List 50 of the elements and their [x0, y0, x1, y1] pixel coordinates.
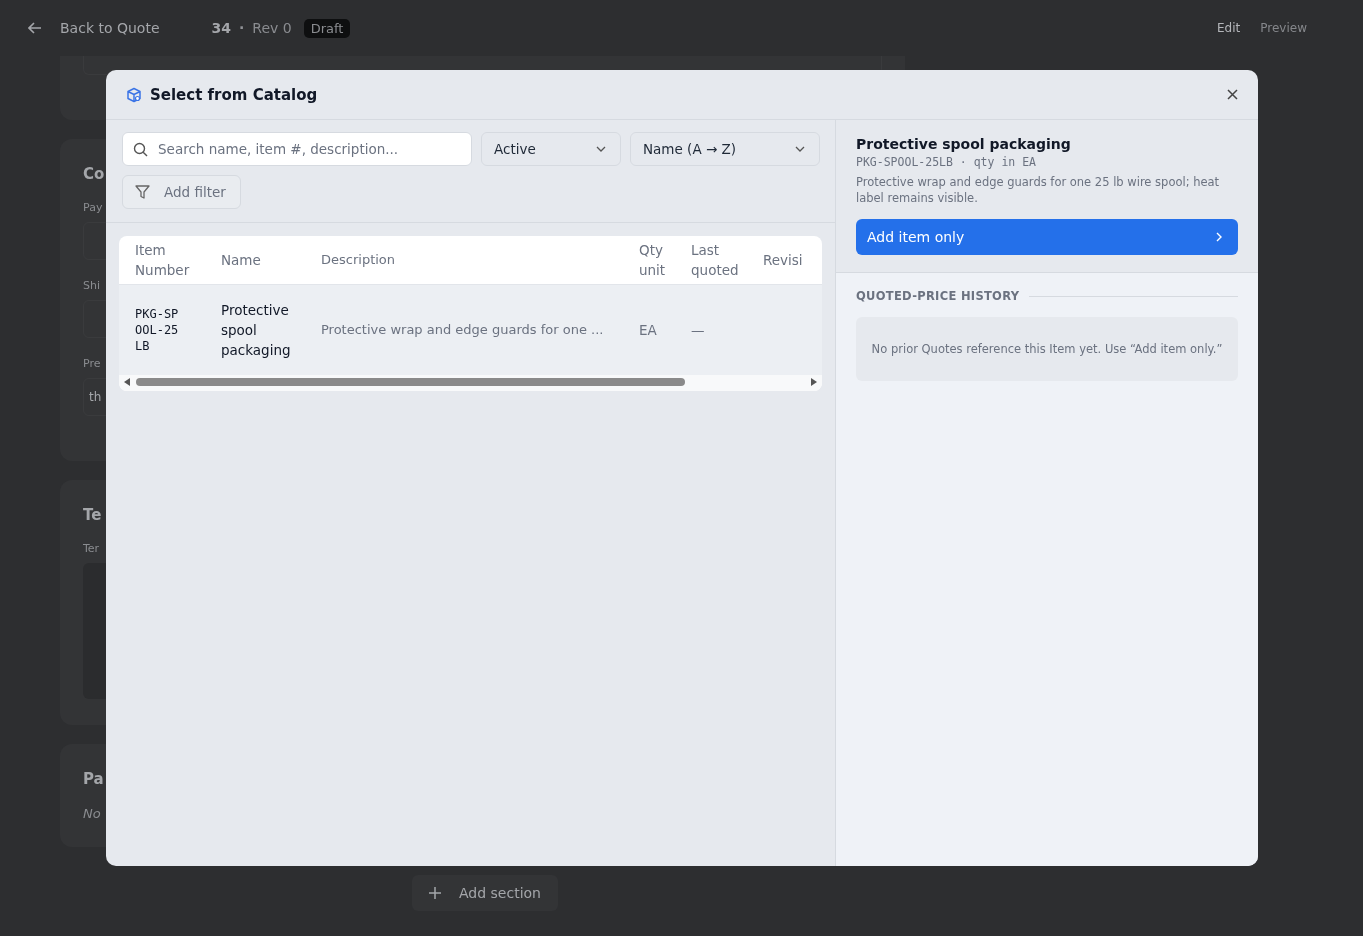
- add-section-button[interactable]: Add section: [412, 875, 558, 911]
- field-label: Pay: [83, 201, 104, 214]
- item-description: Protective wrap and edge guards for one 25 lb wire spool; heat label remains visible.: [856, 174, 1221, 206]
- empty-state: No prior Quotes reference this Item yet. Use “Add item only.”: [856, 317, 1238, 381]
- search-field[interactable]: Search name, item #, description...: [122, 132, 472, 166]
- package-icon: [126, 86, 142, 103]
- table-cell-text: —: [690, 321, 706, 340]
- item-name: Protective spool packaging: [856, 136, 1072, 152]
- table-cell-text: Protective wrap and edge guards for one ...: [320, 321, 605, 339]
- column-header: Item Number: [134, 241, 191, 280]
- chevron-down-icon: [596, 146, 606, 152]
- field-label: Shi: [83, 279, 101, 292]
- item-meta: PKG-SPOOL-25LB · qty in EA: [856, 155, 1037, 169]
- chevron-down-icon: [795, 146, 805, 152]
- section-heading: QUOTED-PRICE HISTORY: [856, 289, 1020, 303]
- scroll-right-icon[interactable]: [811, 378, 817, 386]
- horizontal-scrollbar[interactable]: [119, 375, 822, 391]
- empty-note: No: [83, 806, 102, 821]
- column-header: Last quoted: [690, 241, 740, 280]
- search-icon: [133, 142, 148, 157]
- column-header: Name: [220, 251, 262, 270]
- table-cell-text: PKG-SPOOL-25LB: [134, 306, 180, 354]
- column-header: Qty unit: [638, 241, 667, 280]
- add-item-button[interactable]: Add item only: [856, 219, 1238, 255]
- plus-icon: [429, 887, 441, 899]
- sort-dropdown[interactable]: Name (A → Z): [630, 132, 820, 166]
- status-badge: Draft: [303, 18, 351, 38]
- quote-number: 34: [211, 20, 231, 36]
- separator: ·: [239, 20, 245, 36]
- back-arrow-icon: [28, 21, 42, 35]
- add-filter-button[interactable]: Add filter: [122, 175, 241, 209]
- dialog-title: Select from Catalog: [150, 85, 318, 104]
- field-label: Pre: [83, 357, 102, 370]
- close-icon[interactable]: [1227, 89, 1238, 100]
- chevron-right-icon: [1216, 232, 1222, 242]
- table-cell-text: EA: [638, 321, 658, 340]
- field-label: Ter: [83, 542, 101, 555]
- scroll-left-icon[interactable]: [124, 378, 130, 386]
- section-title: Te: [83, 506, 103, 524]
- filter-icon: [135, 185, 150, 199]
- table-cell-text: Protective spool packaging: [220, 301, 292, 360]
- mode-tab[interactable]: Preview: [1250, 17, 1317, 39]
- mode-tab[interactable]: Edit: [1207, 17, 1251, 39]
- section-title: Pa: [83, 770, 105, 788]
- revision-label: Rev 0: [252, 20, 292, 36]
- column-header: Revisi: [762, 251, 804, 270]
- column-header: Description: [320, 251, 397, 269]
- back-link[interactable]: Back to Quote: [28, 20, 160, 36]
- table-row[interactable]: PKG-SPOOL-25LB Protective spool packaging Protective wrap and edge guards for one ... EA —: [119, 285, 822, 375]
- status-dropdown[interactable]: Active: [481, 132, 621, 166]
